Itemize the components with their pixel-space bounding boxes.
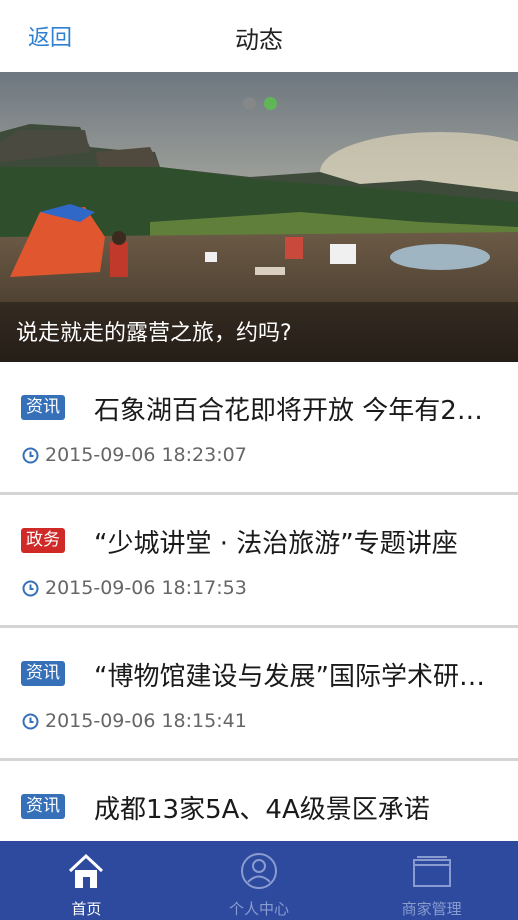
news-title: “少城讲堂 · 法治旅游”专题讲座 xyxy=(94,529,458,559)
list-item[interactable]: 政务 “少城讲堂 · 法治旅游”专题讲座 2015-09-06 18:17:53 xyxy=(0,495,518,628)
clock-icon xyxy=(22,713,39,729)
clock-icon xyxy=(22,447,39,463)
bottom-tab-bar: 首页 个人中心 商家管理 xyxy=(0,841,518,920)
banner-caption-bar: 说走就走的露营之旅，约吗? xyxy=(0,302,518,362)
tab-home[interactable]: 首页 xyxy=(0,841,173,920)
news-time-row: 2015-09-06 18:15:41 xyxy=(22,710,247,732)
tab-merchant-management[interactable]: 商家管理 xyxy=(345,841,518,920)
navigation-bar: 返回 动态 xyxy=(0,0,518,72)
carousel-dot-2[interactable] xyxy=(264,97,277,110)
news-title: 成都13家5A、4A级景区承诺 xyxy=(94,795,430,825)
list-item[interactable]: 资讯 “博物馆建设与发展”国际学术研讨会 2015-09-06 18:15:41 xyxy=(0,628,518,761)
tab-label: 个人中心 xyxy=(229,900,290,918)
list-item[interactable]: 资讯 石象湖百合花即将开放 今年有2000万株百合 2015-09-06 18:… xyxy=(0,362,518,495)
news-time-row: 2015-09-06 18:23:07 xyxy=(22,444,247,466)
carousel-dot-1[interactable] xyxy=(243,97,256,110)
news-time-row: 2015-09-06 18:17:53 xyxy=(22,577,247,599)
banner-carousel[interactable]: 说走就走的露营之旅，约吗? xyxy=(0,72,518,362)
merchant-icon xyxy=(412,856,451,887)
news-timestamp: 2015-09-06 18:15:41 xyxy=(45,710,247,732)
banner-caption: 说走就走的露营之旅，约吗? xyxy=(16,321,292,346)
user-icon xyxy=(241,853,277,889)
category-tag: 资讯 xyxy=(21,661,65,686)
tab-label: 首页 xyxy=(71,900,102,918)
home-icon xyxy=(69,853,104,888)
news-title: “博物馆建设与发展”国际学术研讨会 xyxy=(94,662,489,692)
category-tag: 资讯 xyxy=(21,794,65,819)
news-list: 资讯 石象湖百合花即将开放 今年有2000万株百合 2015-09-06 18:… xyxy=(0,362,518,894)
news-title: 石象湖百合花即将开放 今年有2000万株百合 xyxy=(94,396,489,426)
tab-label: 商家管理 xyxy=(401,900,462,918)
page-title: 动态 xyxy=(235,26,283,54)
news-timestamp: 2015-09-06 18:17:53 xyxy=(45,577,247,599)
category-tag: 政务 xyxy=(21,528,65,553)
tab-personal-center[interactable]: 个人中心 xyxy=(173,841,346,920)
clock-icon xyxy=(22,580,39,596)
carousel-indicator[interactable] xyxy=(243,97,277,110)
category-tag: 资讯 xyxy=(21,395,65,420)
news-timestamp: 2015-09-06 18:23:07 xyxy=(45,444,247,466)
